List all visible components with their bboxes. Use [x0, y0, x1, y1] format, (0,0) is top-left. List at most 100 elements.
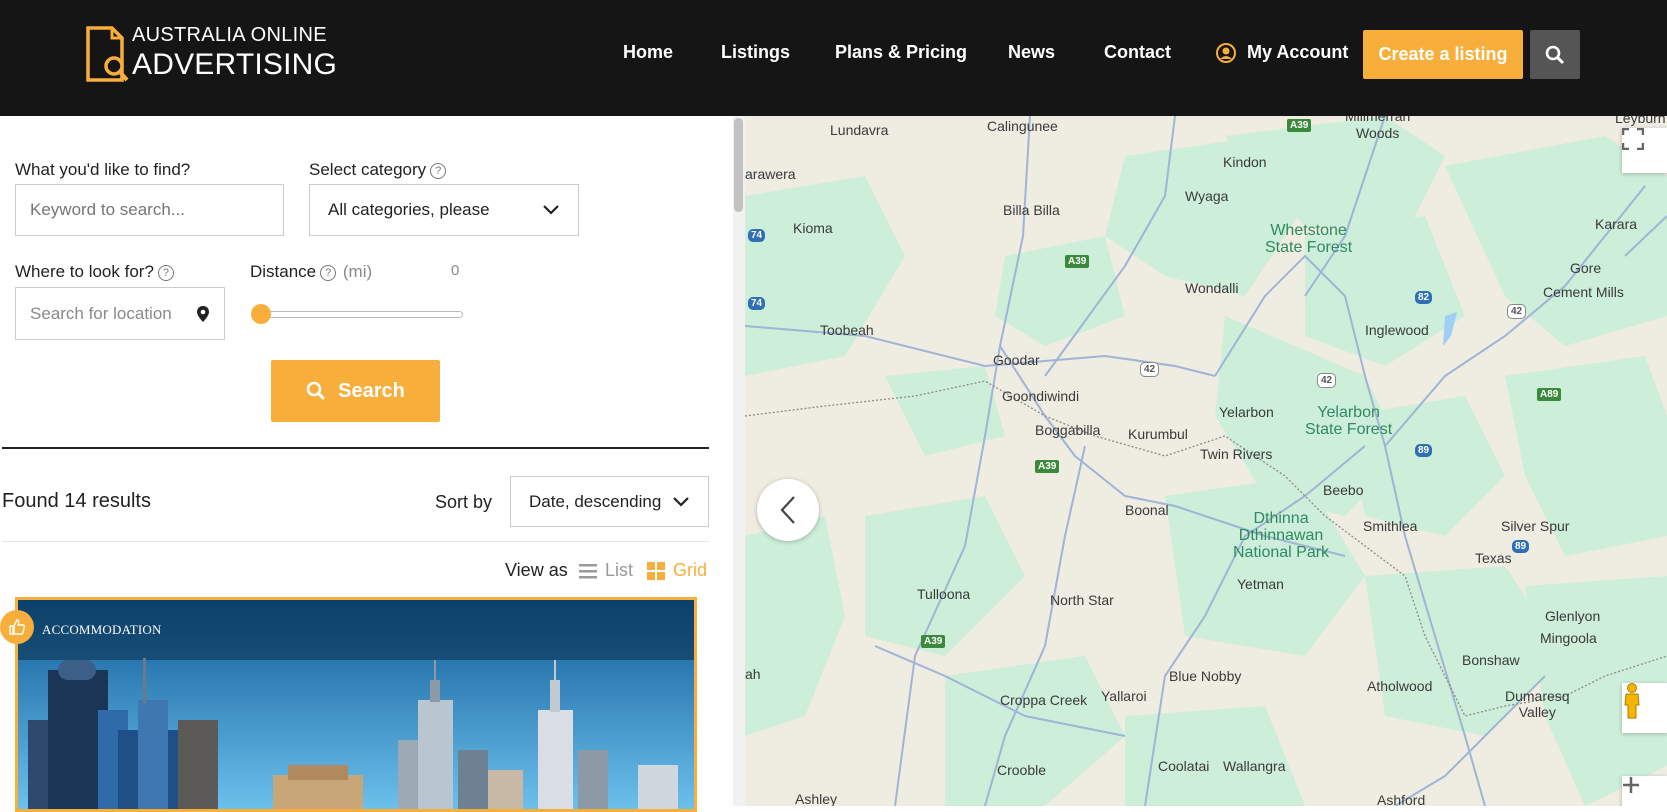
- distance-value: 0: [451, 262, 460, 279]
- map-place-label: Coolatai: [1158, 758, 1210, 774]
- create-listing-button[interactable]: Create a listing: [1363, 30, 1523, 79]
- site-logo[interactable]: AUSTRALIA ONLINE ADVERTISING: [84, 20, 338, 86]
- plus-icon: [1623, 777, 1639, 793]
- map-place-label: Inglewood: [1365, 322, 1429, 338]
- collapse-map-button[interactable]: [757, 479, 819, 541]
- logo-icon: [86, 26, 129, 82]
- route-shield: 42: [1507, 304, 1527, 319]
- keyword-input[interactable]: [15, 184, 284, 236]
- distance-slider-handle[interactable]: [251, 304, 271, 324]
- chevron-left-icon: [780, 496, 795, 524]
- map-place-label: Calingunee: [987, 118, 1058, 134]
- map-place-label: Boggabilla: [1035, 422, 1101, 438]
- route-shield: 42: [1140, 362, 1160, 377]
- nav-my-account[interactable]: My Account: [1247, 42, 1348, 63]
- map-view[interactable]: Lundavra Calingunee Millmerran Woods Leyb…: [745, 116, 1667, 806]
- route-shield: 74: [748, 229, 766, 242]
- map-place-label: ah: [745, 666, 761, 682]
- chevron-down-icon: [543, 205, 559, 215]
- listing-category: ACCOMMODATION: [42, 622, 162, 637]
- listing-card[interactable]: ACCOMMODATION: [15, 597, 697, 812]
- grid-icon: [647, 561, 665, 580]
- map-place-label: Crooble: [997, 762, 1047, 778]
- map-place-label: Kioma: [793, 220, 833, 236]
- featured-badge: [0, 610, 34, 644]
- help-icon[interactable]: ?: [430, 163, 447, 179]
- map-place-label: Dthinna Dthinnawan National Park: [1233, 510, 1330, 561]
- route-shield: A39: [1065, 255, 1090, 268]
- nav-listings[interactable]: Listings: [721, 42, 790, 63]
- distance-unit: (mi): [342, 262, 373, 281]
- results-count: Found 14 results: [2, 490, 151, 512]
- search-icon: [1545, 45, 1565, 64]
- map-place-label: Millmerran Woods: [1345, 116, 1411, 141]
- map-place-label: Yelarbon State Forest: [1305, 404, 1393, 438]
- category-select[interactable]: All categories, please: [309, 184, 579, 236]
- map-pin-icon[interactable]: [196, 305, 210, 323]
- map-place-label: Wyaga: [1185, 188, 1229, 204]
- nav-contact[interactable]: Contact: [1104, 42, 1171, 63]
- street-view-button[interactable]: [1622, 683, 1667, 733]
- help-icon[interactable]: ?: [157, 265, 174, 281]
- search-button[interactable]: Search: [271, 360, 440, 422]
- route-shield: A39: [1287, 119, 1312, 132]
- map-place-label: Atholwood: [1367, 678, 1433, 694]
- distance-label-text: Distance: [250, 262, 317, 281]
- map-place-label: Yelarbon: [1219, 404, 1274, 420]
- panel-scrollbar[interactable]: [733, 116, 745, 806]
- map-place-label: Yallaroi: [1101, 688, 1147, 704]
- nav-news[interactable]: News: [1008, 42, 1055, 63]
- help-icon[interactable]: ?: [320, 265, 337, 281]
- category-label: Select category?: [309, 160, 447, 180]
- view-grid-button[interactable]: Grid: [647, 560, 707, 581]
- map-place-label: Billa Billa: [1003, 202, 1060, 218]
- map-place-label: Glenlyon: [1545, 608, 1601, 624]
- map-place-label: Wondalli: [1185, 280, 1239, 296]
- sort-select-value: Date, descending: [529, 491, 662, 511]
- map-place-label: Leyburn: [1615, 116, 1666, 126]
- header-search-button[interactable]: [1530, 30, 1580, 79]
- user-icon: [1216, 43, 1236, 63]
- map-place-label: North Star: [1050, 592, 1114, 608]
- map-place-label: Beebo: [1323, 482, 1364, 498]
- map-place-label: Goodar: [993, 352, 1040, 368]
- map-place-label: Ashley: [795, 791, 838, 806]
- location-field[interactable]: Search for location: [15, 287, 225, 340]
- route-shield: 42: [1317, 373, 1337, 388]
- map-place-label: Texas: [1475, 550, 1512, 566]
- site-header: AUSTRALIA ONLINE ADVERTISING Home Listin…: [0, 0, 1667, 116]
- zoom-in-button[interactable]: [1622, 776, 1667, 806]
- category-select-value: All categories, please: [328, 200, 490, 219]
- search-icon: [306, 381, 326, 401]
- map-place-label: arawera: [745, 166, 796, 182]
- location-label-text: Where to look for?: [15, 262, 154, 281]
- chevron-down-icon: [673, 496, 689, 507]
- location-input[interactable]: Search for location: [30, 304, 172, 324]
- logo-text-bottom: ADVERTISING: [132, 48, 338, 81]
- map-place-label: Mingoola: [1540, 630, 1597, 646]
- view-list-button[interactable]: List: [579, 560, 633, 581]
- pegman-icon: [1624, 683, 1640, 719]
- map-place-label: Wallangra: [1223, 758, 1286, 774]
- nav-plans-pricing[interactable]: Plans & Pricing: [835, 42, 967, 63]
- thumbs-up-icon: [9, 619, 26, 635]
- map-place-label: Dumaresq Valley: [1505, 688, 1570, 720]
- map-place-label: Ashford: [1377, 792, 1426, 806]
- map-place-label: Tulloona: [917, 586, 971, 602]
- map-place-label: Twin Rivers: [1200, 446, 1273, 462]
- route-shield: 89: [1415, 444, 1433, 457]
- route-shield: 74: [748, 297, 766, 310]
- map-place-label: Toobeah: [820, 322, 874, 338]
- distance-slider-track[interactable]: [258, 311, 463, 318]
- fullscreen-button[interactable]: [1622, 128, 1667, 173]
- route-shield: 89: [1512, 540, 1530, 553]
- sort-select[interactable]: Date, descending: [510, 476, 709, 527]
- map-place-label: Bonshaw: [1462, 652, 1520, 668]
- map-place-label: Smithlea: [1363, 518, 1418, 534]
- sort-label: Sort by: [435, 492, 493, 512]
- scrollbar-thumb[interactable]: [734, 118, 743, 212]
- view-grid-label: Grid: [673, 560, 708, 580]
- search-button-label: Search: [338, 379, 405, 402]
- nav-home[interactable]: Home: [623, 42, 673, 63]
- map-place-label: Whetstone State Forest: [1265, 222, 1353, 256]
